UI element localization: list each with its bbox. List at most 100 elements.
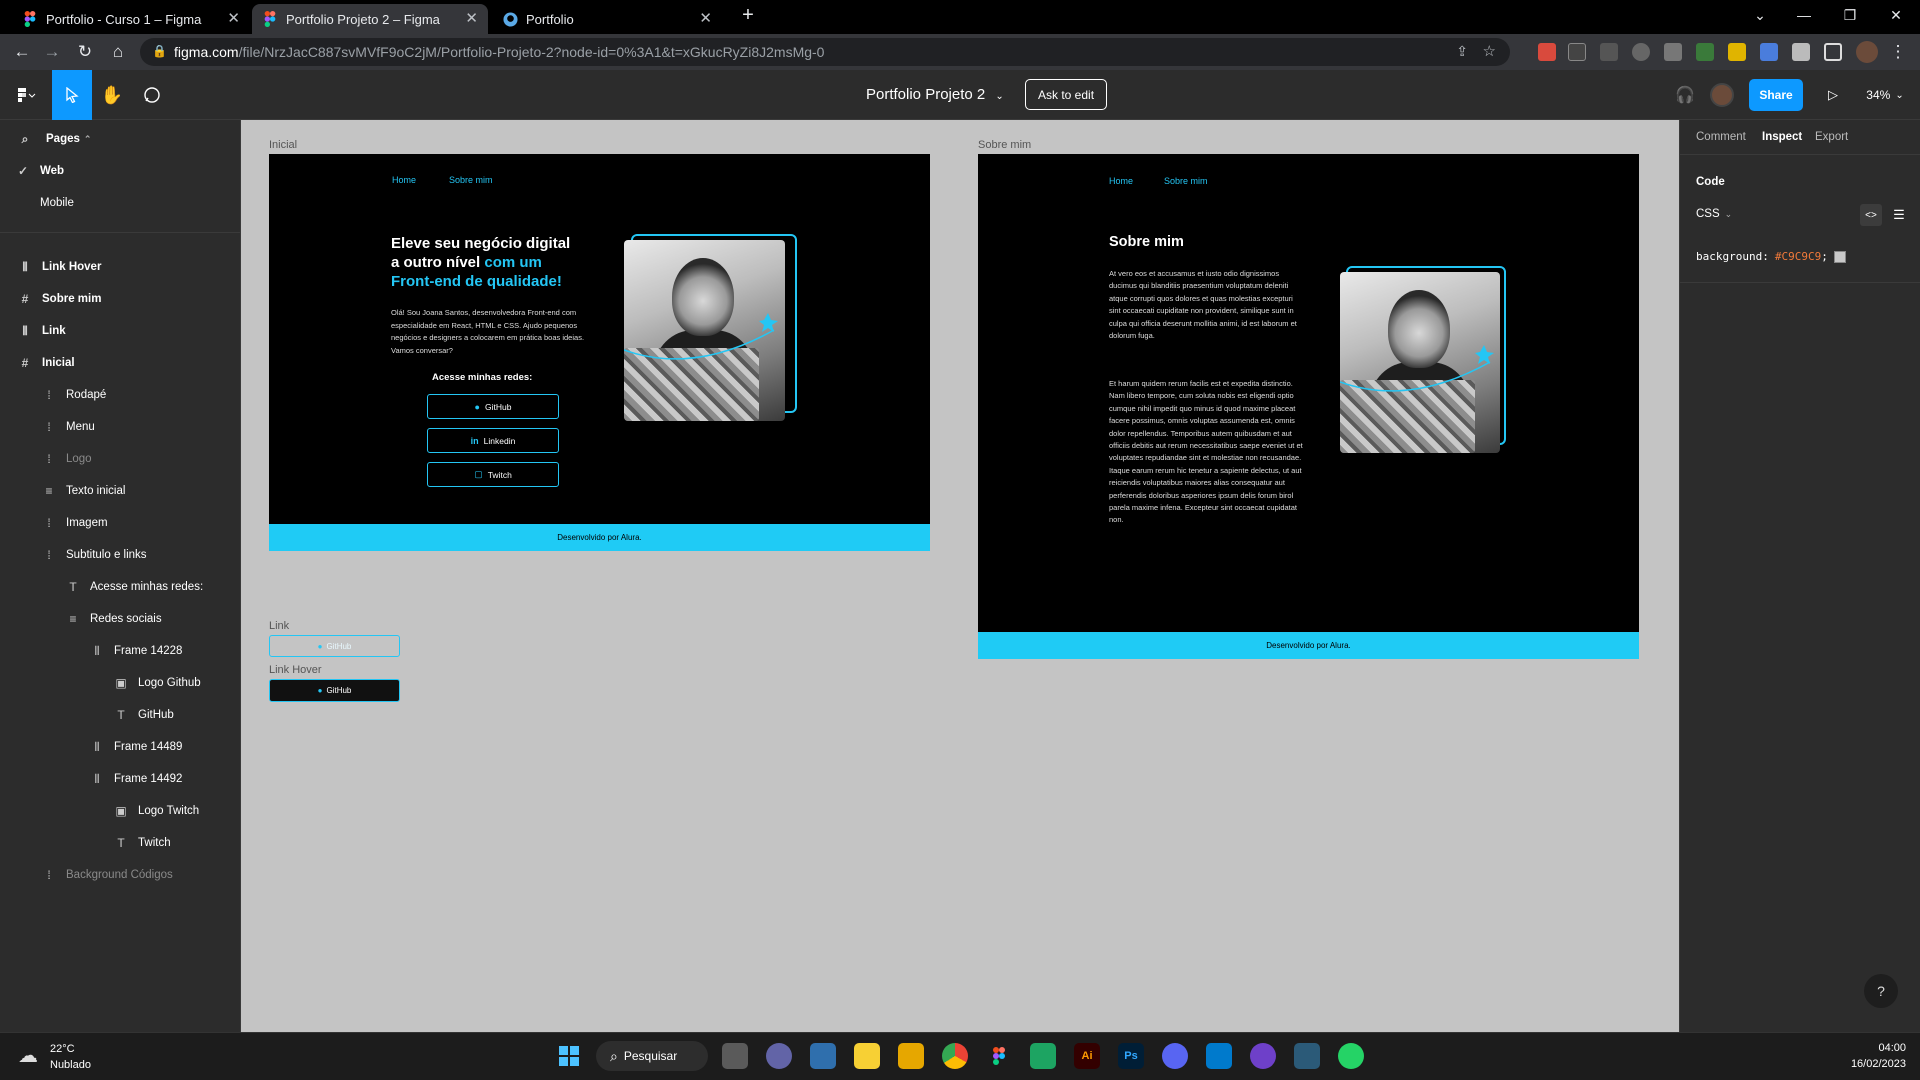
figma-app-icon[interactable] — [986, 1043, 1012, 1069]
layer-item[interactable]: ▣ Logo Github — [0, 667, 240, 699]
github-button[interactable]: ● GitHub — [427, 394, 559, 419]
bookmark-star-icon[interactable]: ☆ — [1483, 42, 1496, 60]
nav-sobre-link[interactable]: Sobre mim — [1164, 176, 1208, 186]
side-panel-icon[interactable] — [1824, 43, 1842, 61]
tab-comment[interactable]: Comment — [1696, 131, 1746, 143]
language-dropdown[interactable]: CSS ⌄ — [1696, 208, 1732, 220]
layer-item[interactable]: ⁞ Subtitulo e links — [0, 539, 240, 571]
forward-icon[interactable]: → — [40, 40, 64, 64]
app-icon[interactable] — [1030, 1043, 1056, 1069]
layer-item[interactable]: # Inicial — [0, 347, 240, 379]
illustrator-icon[interactable]: Ai — [1074, 1043, 1100, 1069]
layer-item[interactable]: ▣ Logo Twitch — [0, 795, 240, 827]
figma-menu-icon[interactable] — [4, 70, 48, 120]
whatsapp-icon[interactable] — [1338, 1043, 1364, 1069]
close-tab-icon[interactable]: ✕ — [465, 11, 478, 27]
close-window-icon[interactable]: ✕ — [1876, 0, 1916, 30]
page-item-web[interactable]: ✓ Web — [0, 155, 240, 187]
help-button[interactable]: ? — [1864, 974, 1898, 1008]
ask-to-edit-button[interactable]: Ask to edit — [1025, 79, 1108, 110]
photoshop-icon[interactable]: Ps — [1118, 1043, 1144, 1069]
extension-icon[interactable] — [1568, 43, 1586, 61]
twitch-button[interactable]: ▢ Twitch — [427, 462, 559, 487]
design-canvas[interactable]: Inicial Home Sobre mim Eleve seu negócio… — [241, 120, 1679, 1032]
settings-extension-icon[interactable] — [1632, 43, 1650, 61]
clock-time[interactable]: 04:00 — [1846, 1042, 1906, 1054]
user-avatar[interactable] — [1702, 70, 1742, 120]
windows-start-icon[interactable] — [556, 1043, 582, 1069]
layer-item[interactable]: T Acesse minhas redes: — [0, 571, 240, 603]
list-view-icon[interactable]: ☰ — [1888, 204, 1910, 226]
frame-label-sobre[interactable]: Sobre mim — [978, 139, 1031, 151]
tab-inspect[interactable]: Inspect — [1762, 131, 1802, 143]
frame-inicial[interactable]: Home Sobre mim Eleve seu negócio digital… — [269, 154, 930, 551]
close-tab-icon[interactable]: ✕ — [699, 11, 712, 27]
layer-item[interactable]: T Twitch — [0, 827, 240, 859]
extension-icon[interactable] — [1760, 43, 1778, 61]
layer-item[interactable]: ⁞ Menu — [0, 411, 240, 443]
minimize-icon[interactable]: — — [1784, 0, 1824, 30]
browser-tab-1[interactable]: Portfolio - Curso 1 – Figma ✕ — [12, 4, 250, 34]
extension-icon[interactable] — [1728, 43, 1746, 61]
new-tab-icon[interactable]: + — [728, 0, 768, 30]
file-explorer-icon[interactable] — [898, 1043, 924, 1069]
frame-label-inicial[interactable]: Inicial — [269, 139, 297, 151]
extension-icon[interactable] — [1538, 43, 1556, 61]
file-title[interactable]: Portfolio Projeto 2 ⌄ — [866, 86, 1004, 103]
weather-condition[interactable]: Nublado — [50, 1059, 91, 1071]
headphones-icon[interactable]: 🎧 — [1665, 70, 1705, 120]
share-page-icon[interactable]: ⇪ — [1456, 43, 1468, 60]
link-component[interactable]: ● GitHub — [269, 635, 400, 657]
component-label-link[interactable]: Link — [269, 620, 289, 632]
layer-item[interactable]: ⁞ Rodapé — [0, 379, 240, 411]
sticky-notes-icon[interactable] — [854, 1043, 880, 1069]
camera-extension-icon[interactable] — [1664, 43, 1682, 61]
weather-temp[interactable]: 22°C — [50, 1043, 75, 1055]
close-tab-icon[interactable]: ✕ — [227, 11, 240, 27]
search-icon[interactable]: ⌕ — [18, 132, 32, 146]
reload-icon[interactable]: ↻ — [73, 40, 97, 64]
extension-icon[interactable] — [1600, 43, 1618, 61]
restore-icon[interactable]: ❐ — [1830, 0, 1870, 30]
css-code-line[interactable]: background: #C9C9C9; — [1696, 250, 1846, 263]
github-desktop-icon[interactable] — [1250, 1043, 1276, 1069]
discord-icon[interactable] — [1162, 1043, 1188, 1069]
profile-avatar[interactable] — [1856, 41, 1878, 63]
photos-icon[interactable] — [810, 1043, 836, 1069]
zoom-dropdown[interactable]: 34% ⌄ — [1860, 70, 1910, 120]
extensions-puzzle-icon[interactable] — [1792, 43, 1810, 61]
teams-chat-icon[interactable] — [766, 1043, 792, 1069]
frame-sobre-mim[interactable]: Home Sobre mim Sobre mim At vero eos et … — [978, 154, 1639, 659]
vscode-icon[interactable] — [1206, 1043, 1232, 1069]
present-play-icon[interactable]: ▷ — [1813, 70, 1853, 120]
share-button[interactable]: Share — [1749, 79, 1803, 111]
browser-tab-2[interactable]: Portfolio Projeto 2 – Figma ✕ — [252, 4, 488, 34]
hand-tool-icon[interactable]: ✋ — [92, 70, 132, 120]
code-view-icon[interactable]: <> — [1860, 204, 1882, 226]
tab-search-icon[interactable]: ⌄ — [1740, 0, 1780, 30]
extension-icon[interactable] — [1696, 43, 1714, 61]
layer-item[interactable]: ⁞ Imagem — [0, 507, 240, 539]
layer-item[interactable]: # Sobre mim — [0, 283, 240, 315]
chrome-menu-icon[interactable]: ⋮ — [1886, 40, 1910, 64]
layer-item[interactable]: ⁞ Background Códigos — [0, 859, 240, 891]
nav-home-link[interactable]: Home — [1109, 176, 1133, 186]
component-label-link-hover[interactable]: Link Hover — [269, 664, 322, 676]
task-view-icon[interactable] — [722, 1043, 748, 1069]
browser-tab-3[interactable]: Portfolio ✕ — [492, 4, 722, 34]
layer-item[interactable]: ⦀ Frame 14489 — [0, 731, 240, 763]
layer-item[interactable]: ⦀ Link — [0, 315, 240, 347]
link-hover-component[interactable]: ● GitHub — [269, 679, 400, 702]
nav-home-link[interactable]: Home — [392, 175, 416, 185]
back-icon[interactable]: ← — [10, 40, 34, 64]
layer-item[interactable]: ⁞ Logo — [0, 443, 240, 475]
move-tool-icon[interactable] — [52, 70, 92, 120]
tab-export[interactable]: Export — [1815, 131, 1848, 143]
taskbar-search[interactable]: ⌕ Pesquisar — [596, 1041, 708, 1071]
layer-item[interactable]: ⦀ Frame 14492 — [0, 763, 240, 795]
layer-item[interactable]: ≡ Texto inicial — [0, 475, 240, 507]
linkedin-button[interactable]: in Linkedin — [427, 428, 559, 453]
page-item-mobile[interactable]: Mobile — [0, 187, 240, 219]
pages-header[interactable]: ⌕ Pages ⌃ — [0, 123, 240, 155]
nav-sobre-link[interactable]: Sobre mim — [449, 175, 493, 185]
